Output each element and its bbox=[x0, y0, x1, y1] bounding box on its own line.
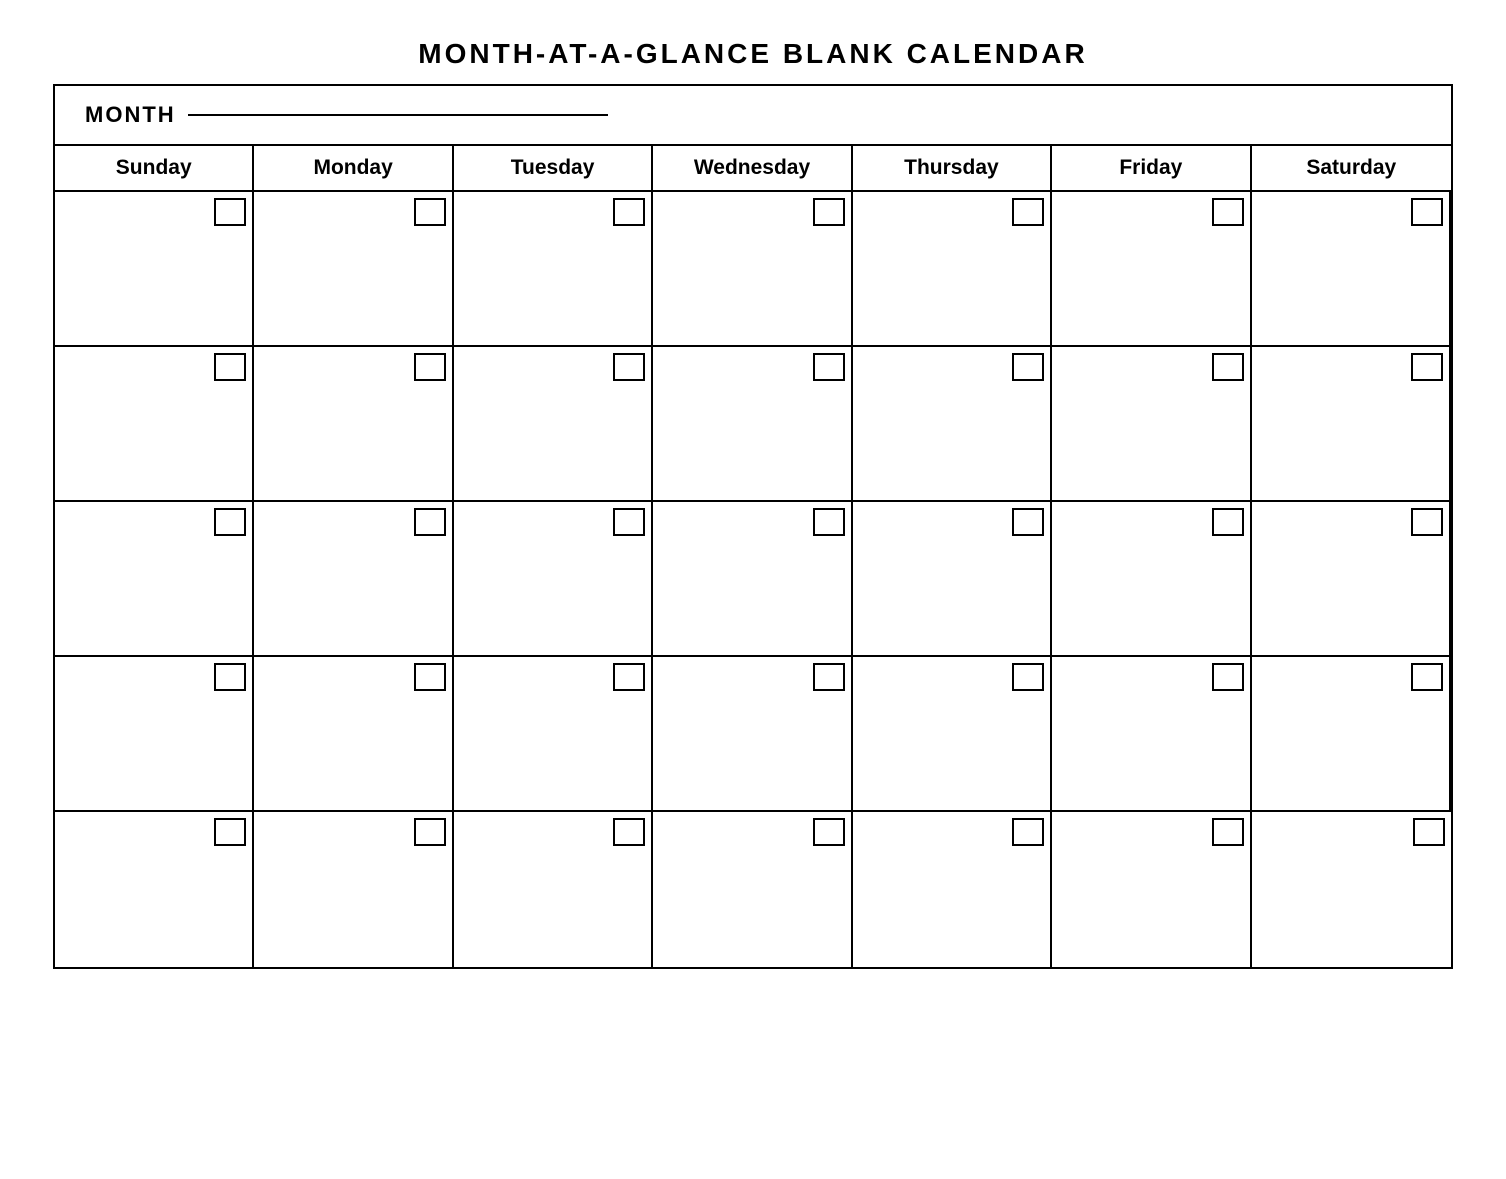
cell-w2-tue[interactable] bbox=[454, 347, 653, 502]
cell-w4-sat[interactable] bbox=[1252, 657, 1451, 812]
date-box bbox=[813, 663, 845, 691]
cell-w3-tue[interactable] bbox=[454, 502, 653, 657]
cell-w2-fri[interactable] bbox=[1052, 347, 1251, 502]
cell-w5-tue[interactable] bbox=[454, 812, 653, 967]
day-header-monday: Monday bbox=[254, 146, 453, 190]
date-box bbox=[613, 663, 645, 691]
date-box bbox=[214, 663, 246, 691]
cell-w2-thu[interactable] bbox=[853, 347, 1052, 502]
date-box bbox=[1012, 818, 1044, 846]
days-header: Sunday Monday Tuesday Wednesday Thursday… bbox=[55, 146, 1451, 192]
date-box bbox=[1012, 508, 1044, 536]
date-box bbox=[813, 353, 845, 381]
cell-w5-mon[interactable] bbox=[254, 812, 453, 967]
cell-w5-fri[interactable] bbox=[1052, 812, 1251, 967]
date-box bbox=[414, 508, 446, 536]
cell-w5-wed[interactable] bbox=[653, 812, 852, 967]
date-box bbox=[414, 818, 446, 846]
date-box bbox=[1012, 198, 1044, 226]
month-label: MONTH bbox=[85, 102, 176, 128]
month-line bbox=[188, 114, 608, 116]
date-box bbox=[214, 353, 246, 381]
day-header-saturday: Saturday bbox=[1252, 146, 1451, 190]
cell-w1-wed[interactable] bbox=[653, 192, 852, 347]
cell-w1-thu[interactable] bbox=[853, 192, 1052, 347]
date-box bbox=[613, 818, 645, 846]
cell-w4-wed[interactable] bbox=[653, 657, 852, 812]
day-header-wednesday: Wednesday bbox=[653, 146, 852, 190]
cell-w5-thu[interactable] bbox=[853, 812, 1052, 967]
cell-w1-mon[interactable] bbox=[254, 192, 453, 347]
date-box bbox=[813, 818, 845, 846]
day-header-friday: Friday bbox=[1052, 146, 1251, 190]
date-box bbox=[1413, 818, 1445, 846]
date-box bbox=[1411, 663, 1443, 691]
cell-w3-wed[interactable] bbox=[653, 502, 852, 657]
cell-w3-sun[interactable] bbox=[55, 502, 254, 657]
cell-w4-sun[interactable] bbox=[55, 657, 254, 812]
cell-w3-thu[interactable] bbox=[853, 502, 1052, 657]
cell-w5-sat[interactable] bbox=[1252, 812, 1451, 967]
month-row: MONTH bbox=[55, 86, 1451, 146]
date-box bbox=[1212, 508, 1244, 536]
date-box bbox=[1411, 508, 1443, 536]
date-box bbox=[214, 508, 246, 536]
calendar-page: MONTH-AT-A-GLANCE BLANK CALENDAR MONTH S… bbox=[53, 20, 1453, 969]
date-box bbox=[1212, 818, 1244, 846]
day-header-sunday: Sunday bbox=[55, 146, 254, 190]
calendar-grid bbox=[55, 192, 1451, 967]
cell-w1-sun[interactable] bbox=[55, 192, 254, 347]
date-box bbox=[414, 663, 446, 691]
cell-w1-tue[interactable] bbox=[454, 192, 653, 347]
date-box bbox=[613, 353, 645, 381]
cell-w2-sat[interactable] bbox=[1252, 347, 1451, 502]
date-box bbox=[1411, 353, 1443, 381]
cell-w4-tue[interactable] bbox=[454, 657, 653, 812]
cell-w4-fri[interactable] bbox=[1052, 657, 1251, 812]
page-title: MONTH-AT-A-GLANCE BLANK CALENDAR bbox=[53, 20, 1453, 84]
cell-w2-mon[interactable] bbox=[254, 347, 453, 502]
cell-w4-mon[interactable] bbox=[254, 657, 453, 812]
date-box bbox=[813, 198, 845, 226]
date-box bbox=[1212, 198, 1244, 226]
day-header-thursday: Thursday bbox=[853, 146, 1052, 190]
cell-w4-thu[interactable] bbox=[853, 657, 1052, 812]
date-box bbox=[414, 198, 446, 226]
date-box bbox=[1212, 353, 1244, 381]
date-box bbox=[1012, 663, 1044, 691]
cell-w2-sun[interactable] bbox=[55, 347, 254, 502]
cell-w3-mon[interactable] bbox=[254, 502, 453, 657]
cell-w3-fri[interactable] bbox=[1052, 502, 1251, 657]
date-box bbox=[214, 818, 246, 846]
date-box bbox=[613, 198, 645, 226]
cell-w2-wed[interactable] bbox=[653, 347, 852, 502]
date-box bbox=[613, 508, 645, 536]
date-box bbox=[214, 198, 246, 226]
calendar-container: MONTH Sunday Monday Tuesday Wednesday Th… bbox=[53, 84, 1453, 969]
cell-w1-sat[interactable] bbox=[1252, 192, 1451, 347]
cell-w3-sat[interactable] bbox=[1252, 502, 1451, 657]
day-header-tuesday: Tuesday bbox=[454, 146, 653, 190]
cell-w1-fri[interactable] bbox=[1052, 192, 1251, 347]
date-box bbox=[813, 508, 845, 536]
date-box bbox=[1012, 353, 1044, 381]
cell-w5-sun[interactable] bbox=[55, 812, 254, 967]
date-box bbox=[414, 353, 446, 381]
date-box bbox=[1212, 663, 1244, 691]
date-box bbox=[1411, 198, 1443, 226]
